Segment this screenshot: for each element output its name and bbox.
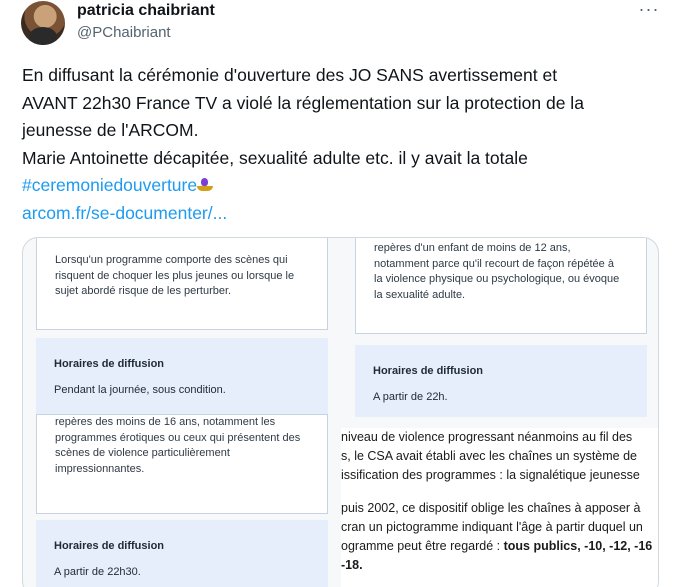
schedule-value: A partir de 22h. [373, 391, 448, 403]
author-name[interactable]: patricia chaibriant [77, 2, 215, 20]
card-text: programmes érotiques ou ceux qui présent… [55, 431, 301, 444]
rating-list: tous publics, -10, -12, -16 [503, 539, 653, 553]
article-line: s, le CSA avait établi avec les chaînes … [341, 449, 637, 463]
article-text: ogramme peut être regardé : [341, 539, 504, 553]
card-text: notamment parce qu'il recourt de façon r… [374, 257, 614, 270]
tweet-line-1: En diffusant la cérémonie d'ouverture de… [22, 65, 558, 85]
article-line: cran un pictogramme indiquant l'âge à pa… [341, 520, 643, 534]
rating-last: -18. [341, 558, 363, 572]
article-line: -18. [341, 556, 363, 575]
tweet-line-4: Marie Antoinette décapitée, sexualité ad… [22, 147, 528, 168]
card-text: scènes de violence particulièrement [55, 447, 230, 459]
card-text: risquent de choquer les plus jeunes ou l… [55, 269, 295, 282]
card-text: la sexualité adulte. [374, 288, 466, 301]
tweet-text: En diffusant la cérémonie d'ouverture de… [22, 62, 667, 227]
card-text: repères des moins de 16 ans, notamment l… [55, 416, 276, 428]
more-options-icon[interactable]: ··· [636, 0, 662, 22]
card-text: impressionnantes. [55, 462, 145, 475]
schedule-box: Horaires de diffusion Pendant la journée… [36, 338, 328, 414]
schedule-box: Horaires de diffusion A partir de 22h. [355, 345, 647, 417]
article-line-rating: ogramme peut être regardé : tous publics… [341, 537, 652, 556]
olympic-torch-icon [197, 178, 214, 192]
card-text: repères d'un enfant de moins de 12 ans, [374, 242, 571, 254]
schedule-value: A partir de 22h30. [54, 566, 141, 578]
schedule-title: Horaires de diffusion [54, 540, 165, 552]
tweet-image[interactable]: Lorsqu'un programme comporte des scènes … [22, 237, 659, 587]
tweet-line-2: AVANT 22h30 France TV a violé la régleme… [22, 92, 584, 113]
card-text: sujet abordé risque de les perturber. [55, 285, 232, 297]
hashtag-line: #ceremoniedouverture [22, 172, 667, 200]
article-line: niveau de violence progressant néanmoins… [341, 430, 633, 444]
rating-card-16: repères des moins de 16 ans, notamment l… [36, 414, 328, 514]
schedule-title: Horaires de diffusion [54, 358, 165, 370]
avatar[interactable] [21, 1, 65, 45]
article-line: puis 2002, ce dispositif oblige les chaî… [341, 501, 641, 515]
schedule-box: Horaires de diffusion A partir de 22h30. [36, 520, 328, 587]
card-text: la violence physique ou psychologique, o… [374, 273, 620, 285]
schedule-title: Horaires de diffusion [373, 365, 484, 377]
author-handle[interactable]: @PChaibriant [77, 24, 171, 41]
article-excerpt: niveau de violence progressant néanmoins… [341, 428, 658, 587]
rating-card-12: repères d'un enfant de moins de 12 ans, … [355, 238, 647, 334]
rating-card-10: Lorsqu'un programme comporte des scènes … [36, 238, 328, 330]
arcom-link[interactable]: arcom.fr/se-documenter/... [22, 203, 227, 223]
url-line: arcom.fr/se-documenter/... [22, 200, 667, 228]
tweet-line-3: jeunesse de l'ARCOM. [22, 120, 199, 140]
card-text: Lorsqu'un programme comporte des scènes … [55, 254, 288, 266]
schedule-value: Pendant la journée, sous condition. [54, 384, 226, 396]
hashtag-link[interactable]: #ceremoniedouverture [22, 175, 197, 195]
article-line: issification des programmes : la signalé… [341, 468, 640, 482]
